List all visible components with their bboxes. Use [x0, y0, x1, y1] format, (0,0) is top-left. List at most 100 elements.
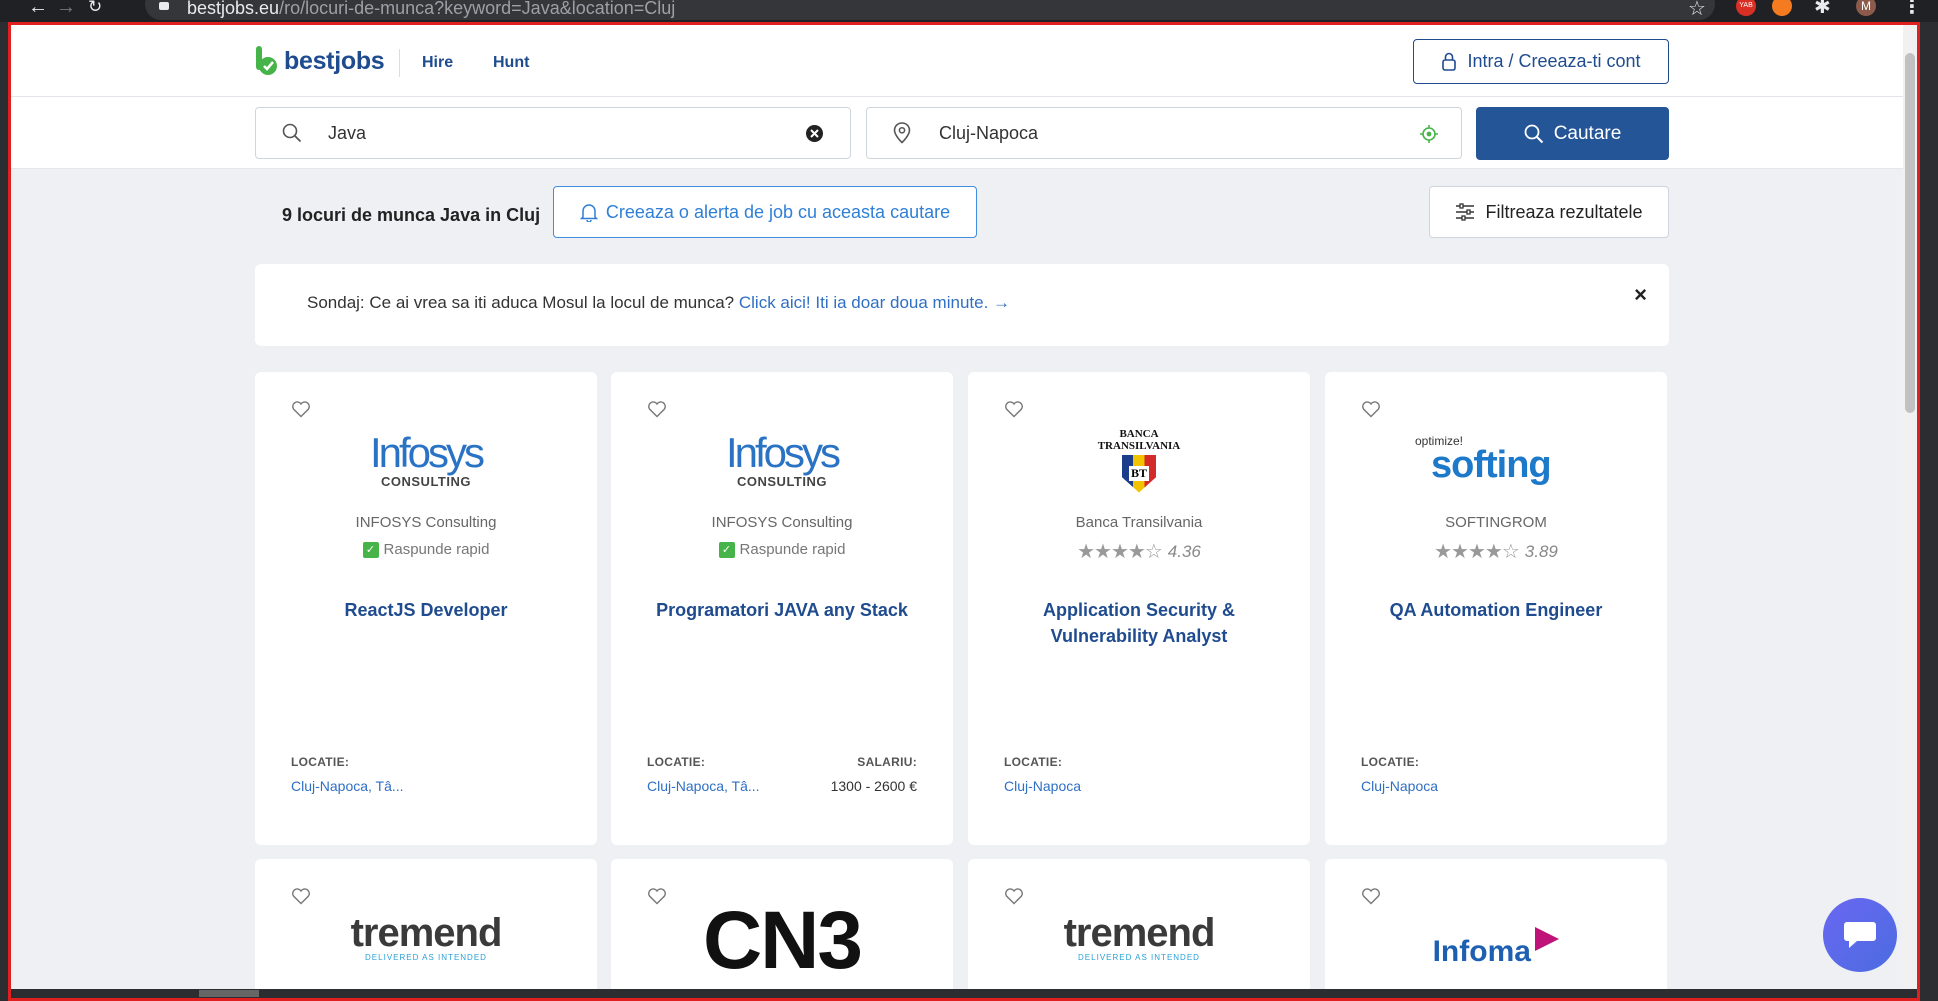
job-card[interactable]: Infosys CONSULTING INFOSYS Consulting ✓ … — [611, 372, 953, 845]
job-title-link[interactable]: ReactJS Developer — [275, 597, 577, 623]
clear-keyword-icon[interactable] — [805, 124, 824, 143]
page-viewport: bestjobs Hire Hunt Intra / Creeaza-ti co… — [8, 22, 1920, 1001]
job-card[interactable]: optimize! softing SOFTINGROM ★★★★☆ 3.89 … — [1325, 372, 1667, 845]
location-label: LOCATIE: — [1004, 755, 1063, 769]
profile-avatar[interactable]: M — [1856, 0, 1876, 16]
job-card[interactable]: tremend DELIVERED AS INTENDED — [968, 859, 1310, 998]
company-name[interactable]: SOFTINGROM — [1325, 514, 1667, 531]
job-title-link[interactable]: QA Automation Engineer — [1345, 597, 1647, 623]
filter-results-label: Filtreaza rezultatele — [1485, 201, 1643, 222]
chat-widget-button[interactable] — [1823, 898, 1897, 972]
back-icon[interactable]: ← — [28, 0, 48, 17]
menu-dots-icon[interactable]: ⋮ — [1902, 0, 1922, 19]
check-badge-icon: ✓ — [718, 541, 735, 558]
job-card[interactable]: CN3 — [611, 859, 953, 998]
company-logo-cn3: CN3 — [702, 895, 863, 986]
company-rating: ★★★★☆ 4.36 — [1077, 541, 1201, 563]
create-alert-label: Creeaza o alerta de job cu aceasta cauta… — [605, 201, 951, 222]
survey-close-button[interactable]: × — [1634, 282, 1647, 308]
create-alert-button[interactable]: Creeaza o alerta de job cu aceasta cauta… — [553, 186, 977, 238]
favorite-heart-icon[interactable] — [1361, 887, 1381, 905]
search-icon — [282, 123, 302, 143]
keyword-field[interactable]: Java — [255, 107, 851, 159]
search-bar: Java Cluj-Napoca Cautare — [11, 97, 1917, 169]
filter-sliders-icon — [1456, 203, 1475, 221]
lock-icon — [1442, 52, 1457, 71]
favorite-heart-icon[interactable] — [647, 400, 667, 418]
chat-bubble-icon — [1844, 922, 1876, 948]
job-card[interactable]: tremend DELIVERED AS INTENDED — [255, 859, 597, 998]
company-logo-infosys: Infosys CONSULTING — [725, 428, 841, 489]
survey-link[interactable]: Click aici! Iti ia doar doua minute. — [739, 293, 988, 312]
address-bar[interactable]: bestjobs.eu/ro/locuri-de-munca?keyword=J… — [145, 0, 1715, 20]
favorite-heart-icon[interactable] — [1004, 400, 1024, 418]
company-rating: ★★★★☆ 3.89 — [1434, 541, 1558, 563]
location-value[interactable]: Cluj-Napoca — [1361, 778, 1438, 794]
location-label: LOCATIE: — [647, 755, 706, 769]
lock-icon — [159, 2, 169, 10]
favorite-heart-icon[interactable] — [1004, 887, 1024, 905]
header-divider — [399, 49, 400, 77]
favorite-heart-icon[interactable] — [291, 400, 311, 418]
filter-results-button[interactable]: Filtreaza rezultatele — [1429, 186, 1669, 238]
job-card[interactable]: BANCA TRANSILVANIA BT Banca Transilvania… — [968, 372, 1310, 845]
job-title-link[interactable]: Programatori JAVA any Stack — [631, 597, 933, 623]
location-label: LOCATIE: — [1361, 755, 1420, 769]
company-name[interactable]: INFOSYS Consulting — [255, 514, 597, 531]
favorite-heart-icon[interactable] — [1361, 400, 1381, 418]
location-input[interactable]: Cluj-Napoca — [939, 123, 1038, 144]
logo-text: bestjobs — [284, 46, 385, 75]
locate-me-icon[interactable] — [1419, 124, 1439, 144]
company-name[interactable]: Banca Transilvania — [968, 514, 1310, 531]
search-button-label: Cautare — [1553, 122, 1622, 144]
location-value[interactable]: Cluj-Napoca — [1004, 778, 1081, 794]
extension-orange-icon[interactable] — [1772, 0, 1792, 16]
search-icon — [1524, 124, 1543, 143]
rating-stars-icon: ★★★★☆ — [1077, 541, 1163, 563]
arrow-right-icon: → — [993, 293, 1011, 312]
login-button[interactable]: Intra / Creeaza-ti cont — [1413, 39, 1669, 84]
survey-text: Sondaj: Ce ai vrea sa iti aduca Mosul la… — [307, 293, 1011, 312]
search-button[interactable]: Cautare — [1476, 107, 1669, 160]
reload-icon[interactable]: ↻ — [88, 0, 102, 15]
forward-icon[interactable]: → — [56, 0, 76, 17]
keyword-input[interactable]: Java — [328, 123, 366, 144]
location-value[interactable]: Cluj-Napoca, Tâ... — [647, 778, 760, 794]
extension-yab-icon[interactable]: YAB — [1736, 0, 1756, 16]
bestjobs-logo-icon — [256, 46, 277, 75]
bookmark-star-icon[interactable]: ☆ — [1688, 0, 1706, 21]
browser-toolbar: ← → ↻ bestjobs.eu/ro/locuri-de-munca?key… — [0, 0, 1938, 22]
job-title-link[interactable]: Application Security & Vulnerability Anal… — [988, 597, 1290, 649]
fast-response-badge: ✓ Raspunde rapid — [611, 541, 953, 558]
site-header: bestjobs Hire Hunt Intra / Creeaza-ti co… — [11, 25, 1917, 97]
results-count: 9 locuri de munca Java in Cluj — [282, 205, 541, 225]
extensions-puzzle-icon[interactable]: ✱ — [1814, 0, 1831, 19]
company-logo-tremend: tremend DELIVERED AS INTENDED — [1063, 911, 1216, 962]
location-label: LOCATIE: — [291, 755, 350, 769]
bell-icon — [579, 204, 598, 222]
check-badge-icon: ✓ — [362, 541, 379, 558]
company-logo-banca-transilvania: BANCA TRANSILVANIA BT — [968, 422, 1310, 498]
company-logo-infosys: Infosys CONSULTING — [369, 428, 485, 489]
bestjobs-logo[interactable]: bestjobs — [254, 46, 385, 76]
location-value[interactable]: Cluj-Napoca, Tâ... — [291, 778, 404, 794]
location-pin-icon — [893, 122, 911, 144]
salary-value: 1300 - 2600 € — [830, 778, 917, 794]
job-card[interactable]: Infosys CONSULTING INFOSYS Consulting ✓ … — [255, 372, 597, 845]
nav-hunt-link[interactable]: Hunt — [493, 54, 529, 72]
location-field[interactable]: Cluj-Napoca — [866, 107, 1462, 159]
login-label: Intra / Creeaza-ti cont — [1467, 51, 1641, 71]
favorite-heart-icon[interactable] — [291, 887, 311, 905]
horizontal-scrollbar[interactable] — [11, 989, 1917, 998]
survey-banner: Sondaj: Ce ai vrea sa iti aduca Mosul la… — [255, 264, 1669, 346]
rating-stars-icon: ★★★★☆ — [1434, 541, 1520, 563]
vertical-scrollbar[interactable] — [1903, 25, 1917, 998]
nav-hire-link[interactable]: Hire — [422, 54, 453, 72]
company-logo-infoma: Infoma — [1325, 927, 1667, 969]
company-name[interactable]: INFOSYS Consulting — [611, 514, 953, 531]
company-logo-tremend: tremend DELIVERED AS INTENDED — [350, 911, 503, 962]
job-card[interactable]: Infoma — [1325, 859, 1667, 998]
address-text: bestjobs.eu/ro/locuri-de-munca?keyword=J… — [187, 0, 676, 18]
salary-label: SALARIU: — [857, 755, 917, 769]
company-logo-softing: optimize! softing — [1415, 434, 1552, 486]
